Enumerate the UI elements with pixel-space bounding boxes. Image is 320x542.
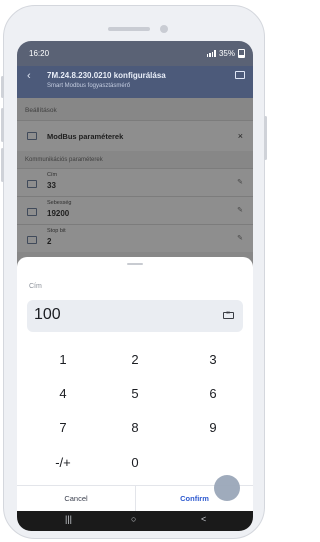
modbus-card-title: ModBus paraméterek xyxy=(47,132,124,141)
back-arrow-icon[interactable]: ‹ xyxy=(27,70,31,82)
home-icon[interactable]: ○ xyxy=(131,514,136,524)
key-6[interactable]: 6 xyxy=(183,383,243,405)
touch-indicator xyxy=(214,475,240,501)
edit-icon[interactable]: ✎ xyxy=(237,178,243,186)
signal-icon xyxy=(206,50,216,57)
key-0[interactable]: 0 xyxy=(105,452,165,474)
drag-handle[interactable] xyxy=(127,263,143,265)
back-icon[interactable]: < xyxy=(201,514,206,524)
key-5[interactable]: 5 xyxy=(105,383,165,405)
key-8[interactable]: 8 xyxy=(105,417,165,439)
cancel-button[interactable]: Cancel xyxy=(17,486,135,512)
device-menu-icon[interactable] xyxy=(235,71,245,79)
key-7[interactable]: 7 xyxy=(33,417,93,439)
system-nav-bar: ||| ○ < xyxy=(17,511,253,531)
phone-speaker xyxy=(108,27,150,31)
key-1[interactable]: 1 xyxy=(33,349,93,371)
backspace-icon[interactable] xyxy=(223,310,234,319)
section-comm-params: Kommunikációs paraméterek xyxy=(25,157,103,163)
field-icon xyxy=(27,208,37,216)
app-header: ‹ 7M.24.8.230.0210 konfigurálása Smart M… xyxy=(17,66,253,98)
input-field-label: Cím xyxy=(29,283,42,290)
key-3[interactable]: 3 xyxy=(183,349,243,371)
edit-icon[interactable]: ✎ xyxy=(237,206,243,214)
battery-percent: 35% xyxy=(218,49,235,58)
field-label: Sebesség xyxy=(47,200,72,206)
edit-icon[interactable]: ✎ xyxy=(237,234,243,242)
phone-side-button xyxy=(1,148,4,182)
page-title: 7M.24.8.230.0210 konfigurálása xyxy=(47,71,166,80)
key-2[interactable]: 2 xyxy=(105,349,165,371)
page-subtitle: Smart Modbus fogyasztásmérő xyxy=(47,83,131,89)
value-input[interactable]: 100 xyxy=(27,300,243,332)
numeric-input-sheet: Cím 100 1 2 3 4 5 6 7 8 9 -/+ 0 Cancel C… xyxy=(17,257,253,531)
key-9[interactable]: 9 xyxy=(183,417,243,439)
section-settings: Beállítások xyxy=(25,107,57,114)
recents-icon[interactable]: ||| xyxy=(65,514,72,524)
field-icon xyxy=(27,236,37,244)
field-label: Stop bit xyxy=(47,228,66,234)
phone-side-button xyxy=(1,108,4,142)
status-time: 16:20 xyxy=(29,49,50,58)
key-sign-toggle[interactable]: -/+ xyxy=(33,452,93,474)
phone-side-button xyxy=(264,116,267,160)
field-label: Cím xyxy=(47,172,58,178)
field-icon xyxy=(27,180,37,188)
close-icon[interactable]: × xyxy=(238,131,243,141)
field-value: 19200 xyxy=(47,209,70,218)
phone-side-button xyxy=(1,76,4,98)
phone-camera xyxy=(160,25,168,33)
field-row[interactable]: Sebesség 19200 ✎ xyxy=(17,196,253,224)
field-row[interactable]: Stop bit 2 ✎ xyxy=(17,224,253,252)
modbus-card[interactable]: ModBus paraméterek × xyxy=(17,120,253,151)
modbus-icon xyxy=(27,132,37,140)
battery-icon xyxy=(238,49,245,58)
key-4[interactable]: 4 xyxy=(33,383,93,405)
input-value: 100 xyxy=(34,306,61,323)
screen: 16:20 35% ‹ 7M.24.8.230.0210 konfigurálá… xyxy=(17,41,253,531)
field-row[interactable]: Cím 33 ✎ xyxy=(17,168,253,196)
field-value: 2 xyxy=(47,237,52,246)
field-value: 33 xyxy=(47,181,56,190)
status-bar: 16:20 35% xyxy=(17,41,253,66)
